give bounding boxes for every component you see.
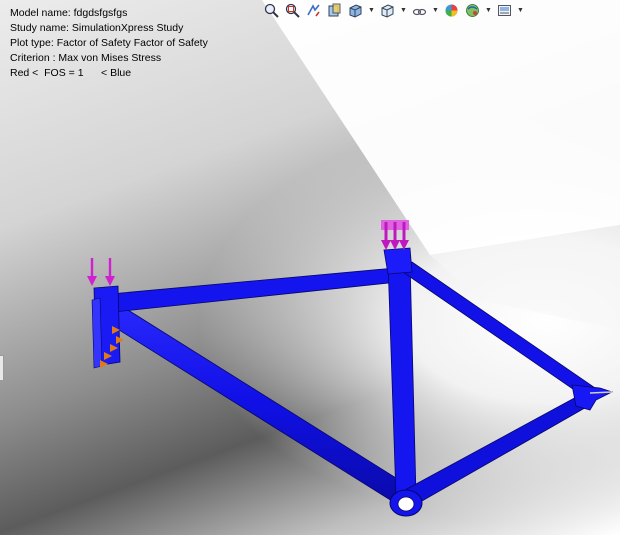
seat-tube-load-arrows [381,220,409,250]
chain-stay [404,394,591,506]
down-tube [99,299,413,507]
dropout-slot [589,391,613,394]
head-tube-front [91,297,103,369]
bottom-bracket-hole [397,496,415,512]
seat-stay [399,261,599,399]
rear-dropout [571,384,614,411]
top-tube [109,267,399,313]
bike-frame-model[interactable] [0,0,620,535]
seat-tube-cap [383,247,413,275]
graphics-viewport[interactable]: Model name: fdgdsfgsfgs Study name: Simu… [0,0,620,535]
head-tube-load-arrows [87,258,115,286]
seat-tube [387,259,417,498]
